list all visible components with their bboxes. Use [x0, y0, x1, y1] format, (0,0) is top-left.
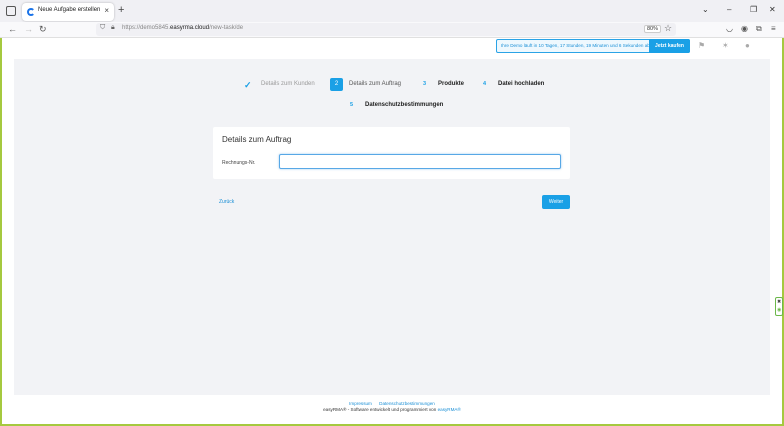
step-number-5: 5 — [350, 102, 354, 108]
step-label-privacy[interactable]: Datenschutzbestimmungen — [365, 102, 443, 108]
tab-title: Neue Aufgabe erstellen — [38, 7, 101, 13]
step-label-customer[interactable]: Details zum Kunden — [261, 81, 315, 87]
shield-icon[interactable]: ⛉ — [100, 24, 105, 32]
tab-overview-icon[interactable] — [6, 6, 16, 16]
step-active-number: 2 — [330, 78, 343, 91]
forward-arrow-icon[interactable]: → — [24, 24, 33, 34]
copyright-text: easyRMA® - Software entwickelt und progr… — [323, 407, 437, 412]
browser-tab[interactable]: Neue Aufgabe erstellen × — [22, 3, 114, 21]
flag-icon[interactable]: ⚑ — [698, 41, 705, 50]
footer-copyright: easyRMA® - Software entwickelt und progr… — [0, 407, 784, 412]
extensions-icon[interactable]: ⧉ — [756, 24, 762, 34]
restore-button[interactable]: ❐ — [750, 5, 757, 14]
zoom-level-badge[interactable]: 80% — [644, 25, 662, 33]
back-link[interactable]: Zurück — [219, 199, 234, 205]
pocket-icon[interactable]: ◡ — [726, 24, 733, 33]
new-tab-button[interactable]: + — [118, 4, 124, 16]
privacy-link[interactable]: Datenschutzbestimmungen — [379, 401, 435, 406]
order-details-card: Details zum Auftrag Rechnungs-Nr. — [213, 127, 570, 179]
reload-icon[interactable]: ↻ — [39, 24, 47, 35]
url-bar[interactable]: ⛉ 🔒︎ https://demo5845.easyrma.cloud/new-… — [96, 23, 676, 36]
step-number-3: 3 — [423, 81, 427, 87]
invoice-number-input[interactable] — [279, 154, 561, 169]
brand-link[interactable]: easyRMA® — [438, 407, 461, 412]
browser-nav-bar: ← → ↻ ⛉ 🔒︎ https://demo5845.easyrma.clou… — [0, 22, 784, 38]
theme-toggle-icon[interactable]: ✶ — [722, 41, 729, 50]
back-arrow-icon[interactable]: ← — [8, 24, 17, 34]
next-button[interactable]: Weiter — [542, 195, 570, 209]
step-number-4: 4 — [483, 81, 487, 87]
user-icon[interactable]: ● — [745, 41, 750, 50]
browser-tab-bar: Neue Aufgabe erstellen × + ⌄ – ❐ ✕ — [0, 0, 784, 22]
trial-text: Ihre Demo läuft in 10 Tagen, 17 Stunden,… — [501, 43, 650, 48]
invoice-number-label: Rechnungs-Nr. — [222, 160, 256, 166]
list-all-tabs-icon[interactable]: ⌄ — [702, 5, 709, 14]
buy-now-button[interactable]: Jetzt kaufen — [649, 39, 690, 53]
card-title: Details zum Auftrag — [222, 135, 292, 144]
step-label-products[interactable]: Produkte — [438, 81, 464, 87]
footer-links: Impressum Datenschutzbestimmungen — [0, 401, 784, 406]
imprint-link[interactable]: Impressum — [349, 401, 372, 406]
bookmark-star-icon[interactable]: ☆ — [664, 23, 672, 34]
close-window-button[interactable]: ✕ — [769, 5, 776, 14]
minimize-button[interactable]: – — [727, 5, 731, 14]
side-widget[interactable]: ✖ ◉ — [775, 297, 783, 316]
tab-close-icon[interactable]: × — [104, 6, 109, 15]
close-icon[interactable]: ✖ — [777, 299, 781, 305]
url-text[interactable]: https://demo5845.easyrma.cloud/new-task/… — [122, 25, 243, 31]
lock-icon[interactable]: 🔒︎ — [111, 24, 115, 32]
favicon-icon — [27, 8, 35, 16]
step-done-check-icon: ✓ — [244, 80, 252, 90]
menu-icon[interactable]: ≡ — [771, 24, 776, 33]
main-content — [14, 59, 770, 395]
account-icon[interactable]: ◉ — [741, 24, 748, 33]
trial-banner: Ihre Demo läuft in 10 Tagen, 17 Stunden,… — [496, 39, 690, 53]
step-label-upload[interactable]: Datei hochladen — [498, 81, 544, 87]
accessibility-icon[interactable]: ◉ — [777, 307, 781, 313]
step-label-order[interactable]: Details zum Auftrag — [349, 81, 401, 87]
app-header: Ihre Demo läuft in 10 Tagen, 17 Stunden,… — [2, 38, 782, 56]
